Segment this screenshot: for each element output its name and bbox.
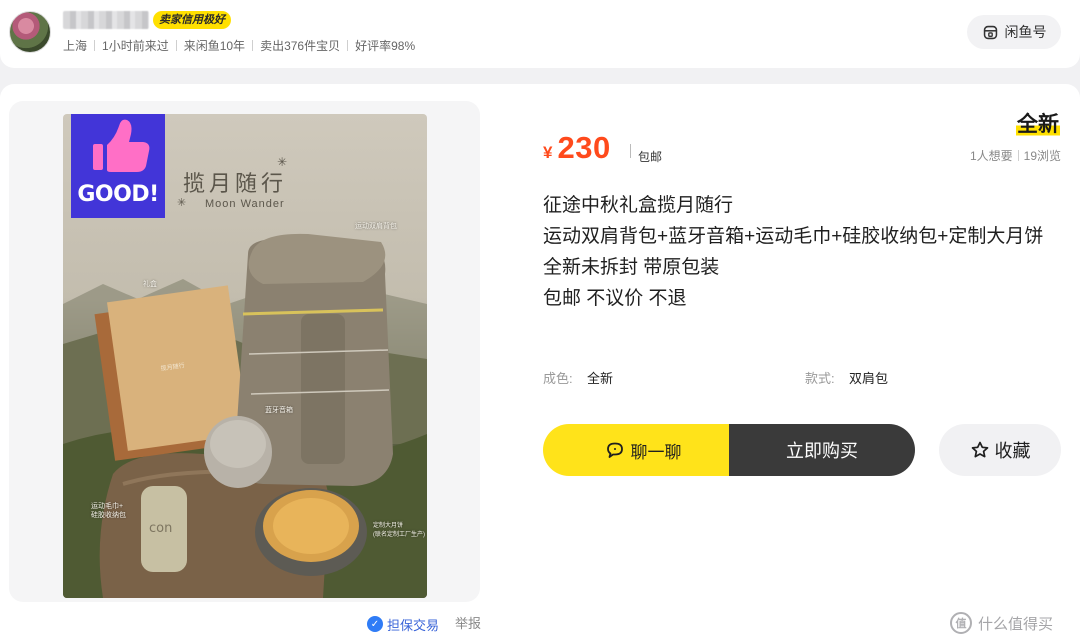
- good-badge: GOOD!: [71, 114, 165, 218]
- divider: [630, 144, 631, 158]
- photo-label-mooncake: 定制大月饼 (联名定制工厂生产): [373, 523, 425, 538]
- style-attr-label: 款式:: [805, 371, 835, 386]
- seller-name-blurred[interactable]: [63, 11, 149, 29]
- photo-title: 揽月随行: [183, 172, 288, 197]
- description-line: 征途中秋礼盒揽月随行: [543, 195, 734, 216]
- seller-location: 上海: [63, 38, 88, 53]
- seller-years: 来闲鱼10年: [183, 38, 246, 53]
- product-detail-card: 揽月随行 con ✳ ✳ GOOD! 揽月随行 Moon Wander 运动双肩…: [0, 84, 1080, 644]
- xianyu-id-button[interactable]: 闲鱼号: [967, 15, 1061, 49]
- favorite-label: 收藏: [994, 441, 1031, 461]
- watermark: 值 什么值得买: [950, 612, 1053, 634]
- chat-bubble-icon: [606, 442, 623, 458]
- divider: [347, 39, 349, 51]
- price-currency: ¥: [543, 143, 553, 162]
- xianyu-id-label: 闲鱼号: [1004, 24, 1047, 40]
- price-amount: 230: [557, 130, 611, 165]
- views-count: 19浏览: [1023, 149, 1061, 163]
- star-icon: [971, 441, 988, 458]
- photo-label-backpack: 运动双肩背包: [355, 223, 397, 230]
- seller-sold-count: 卖出376件宝贝: [260, 38, 341, 53]
- report-link[interactable]: 举报: [455, 615, 481, 633]
- divider: [1017, 150, 1019, 161]
- favorite-button[interactable]: 收藏: [939, 424, 1061, 476]
- divider: [252, 39, 254, 51]
- photo-subtitle: Moon Wander: [205, 198, 285, 210]
- seller-avatar[interactable]: [9, 11, 51, 53]
- escrow-trade-link[interactable]: ✓ 担保交易: [367, 615, 439, 633]
- store-icon: [983, 25, 997, 39]
- buy-now-button[interactable]: 立即购买: [729, 424, 915, 476]
- item-stats: 1人想要 19浏览: [970, 147, 1061, 164]
- divider: [175, 39, 177, 51]
- description-line: 包邮 不议价 不退: [543, 288, 687, 309]
- svg-text:✳: ✳: [177, 197, 186, 209]
- description-line: 全新未拆封 带原包装: [543, 257, 720, 278]
- seller-rating: 好评率98%: [355, 38, 416, 53]
- seller-meta: 上海 1小时前来过 来闲鱼10年 卖出376件宝贝 好评率98%: [63, 37, 415, 53]
- credit-badge: 卖家信用极好: [153, 11, 231, 29]
- escrow-label: 担保交易: [387, 617, 440, 633]
- escrow-shield-icon: ✓: [367, 616, 383, 632]
- price: ¥ 230: [543, 130, 611, 170]
- watermark-text: 什么值得买: [978, 615, 1054, 633]
- chat-button[interactable]: 聊一聊: [543, 424, 743, 476]
- condition-attr-label: 成色:: [543, 371, 573, 386]
- condition-tag: 全新: [1016, 108, 1060, 138]
- good-badge-text: GOOD!: [77, 182, 159, 207]
- style-attr-value: 双肩包: [849, 371, 889, 386]
- photo-label-speaker: 蓝牙音箱: [265, 407, 293, 414]
- item-description: 征途中秋礼盒揽月随行 运动双肩背包+蓝牙音箱+运动毛巾+硅胶收纳包+定制大月饼 …: [543, 190, 1067, 314]
- shipping-label: 包邮: [638, 150, 663, 164]
- seller-last-seen: 1小时前来过: [102, 38, 169, 53]
- product-photo[interactable]: 揽月随行 con ✳ ✳ GOOD! 揽月随行 Moon Wander 运动双肩…: [63, 114, 427, 598]
- photo-label-towel: 运动毛巾+ 硅胶收纳包: [91, 503, 126, 519]
- product-image-panel: 揽月随行 con ✳ ✳ GOOD! 揽月随行 Moon Wander 运动双肩…: [9, 101, 480, 602]
- photo-label-gift-box: 礼盒: [143, 281, 157, 288]
- seller-header: 卖家信用极好 上海 1小时前来过 来闲鱼10年 卖出376件宝贝 好评率98% …: [0, 0, 1080, 68]
- condition-attr-value: 全新: [587, 371, 614, 386]
- divider: [94, 39, 96, 51]
- description-line: 运动双肩背包+蓝牙音箱+运动毛巾+硅胶收纳包+定制大月饼: [543, 226, 1044, 247]
- wants-count: 1人想要: [969, 149, 1013, 163]
- watermark-logo-icon: 值: [950, 612, 972, 634]
- chat-label: 聊一聊: [630, 442, 682, 462]
- svg-text:con: con: [149, 521, 172, 536]
